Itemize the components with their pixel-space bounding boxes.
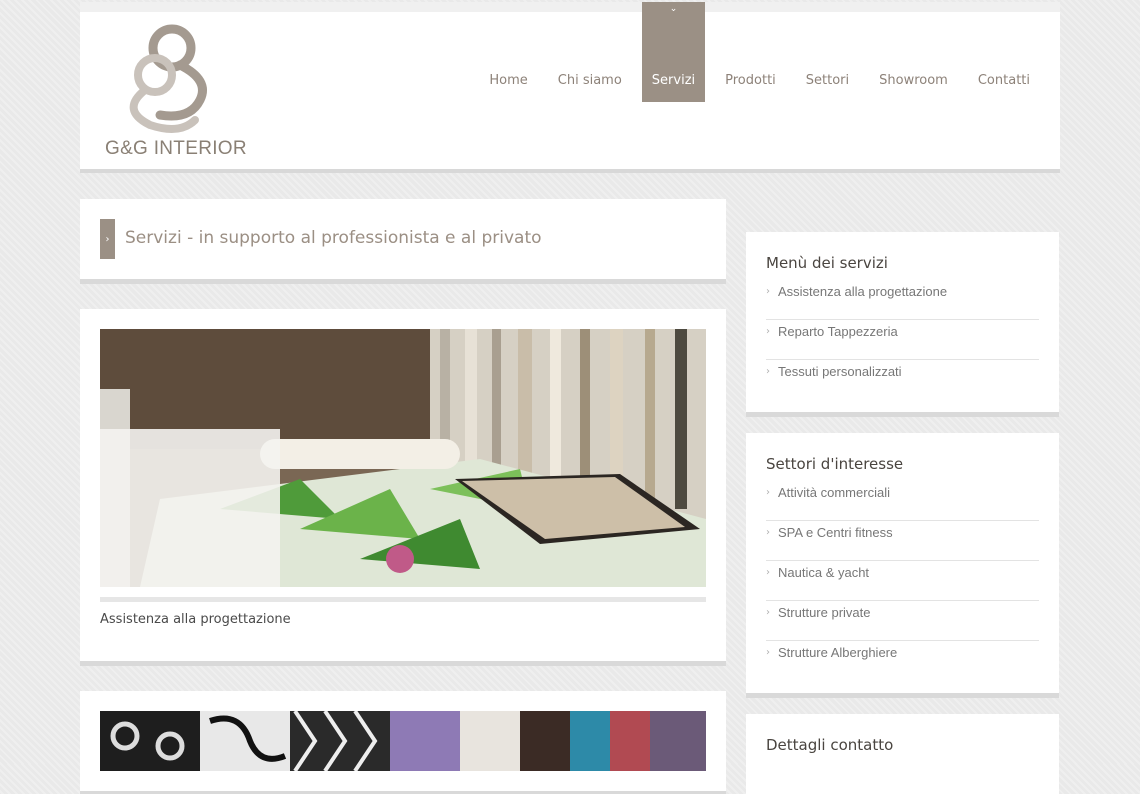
list-item[interactable]: › Assistenza alla progettazione [766,280,1039,320]
fabric-samples-image [100,329,706,587]
service-caption[interactable]: Assistenza alla progettazione [100,612,291,627]
chevron-right-icon: › [766,607,770,618]
list-item[interactable]: › Reparto Tappezzeria [766,320,1039,360]
chevron-right-icon: › [766,527,770,538]
services-menu-list: › Assistenza alla progettazione › Reparto … [766,280,1039,400]
brand-name: G&G INTERIOR [105,138,247,159]
chevron-right-icon: › [766,567,770,578]
chevron-right-icon: › [766,286,770,297]
list-item-label: Strutture private [778,605,871,620]
main-nav: Home Chi siamo ⌄ Servizi Prodotti Settor… [469,2,1040,102]
sectors-title: Settori d'interesse [766,455,904,473]
service-card[interactable] [80,691,726,791]
service-photo[interactable] [100,329,706,587]
nav-home[interactable]: Home [479,2,537,102]
list-item-label: Strutture Alberghiere [778,645,898,660]
list-item-label: Assistenza alla progettazione [778,284,948,299]
site-header: G&G INTERIOR Home Chi siamo ⌄ Servizi Pr… [80,2,1060,169]
list-item[interactable]: › SPA e Centri fitness [766,521,1039,561]
contact-details-title: Dettagli contatto [766,736,894,754]
list-item[interactable]: › Tessuti personalizzati [766,360,1039,400]
nav-servizi-label: Servizi [651,73,696,88]
nav-prodotti[interactable]: Prodotti [715,2,786,102]
list-item-label: Nautica & yacht [778,565,870,580]
list-item[interactable]: › Nautica & yacht [766,561,1039,601]
page-title: Servizi - in supporto al professionista … [125,228,542,248]
list-item[interactable]: › Attività commerciali [766,481,1039,521]
fabric-rolls-image [100,711,706,771]
caption-divider [100,597,706,602]
gg-monogram-icon [129,24,207,133]
chevron-down-icon: ⌄ [669,4,678,14]
chevron-right-icon: › [766,366,770,377]
list-item[interactable]: › Strutture Alberghiere [766,641,1039,681]
nav-contatti[interactable]: Contatti [968,2,1040,102]
page-title-panel: › Servizi - in supporto al professionist… [80,199,726,279]
sectors-list: › Attività commerciali › SPA e Centri fitn… [766,481,1039,681]
chevron-right-icon: › [766,647,770,658]
nav-chi-siamo[interactable]: Chi siamo [548,2,632,102]
list-item-label: Tessuti personalizzati [778,364,902,379]
nav-settori[interactable]: Settori [796,2,859,102]
chevron-right-icon: › [766,326,770,337]
list-item-label: SPA e Centri fitness [778,525,893,540]
list-item-label: Reparto Tappezzeria [778,324,898,339]
service-photo[interactable] [100,711,706,771]
services-menu-panel: Menù dei servizi › Assistenza alla proget… [746,232,1059,412]
services-menu-title: Menù dei servizi [766,254,888,272]
sectors-panel: Settori d'interesse › Attività commercial… [746,433,1059,693]
chevron-right-icon: › [100,219,115,259]
nav-showroom[interactable]: Showroom [869,2,958,102]
nav-servizi[interactable]: ⌄ Servizi [641,2,706,102]
contact-details-panel: Dettagli contatto [746,714,1059,794]
list-item-label: Attività commerciali [778,485,890,500]
service-card[interactable]: Assistenza alla progettazione [80,309,726,661]
chevron-right-icon: › [766,487,770,498]
list-item[interactable]: › Strutture private [766,601,1039,641]
